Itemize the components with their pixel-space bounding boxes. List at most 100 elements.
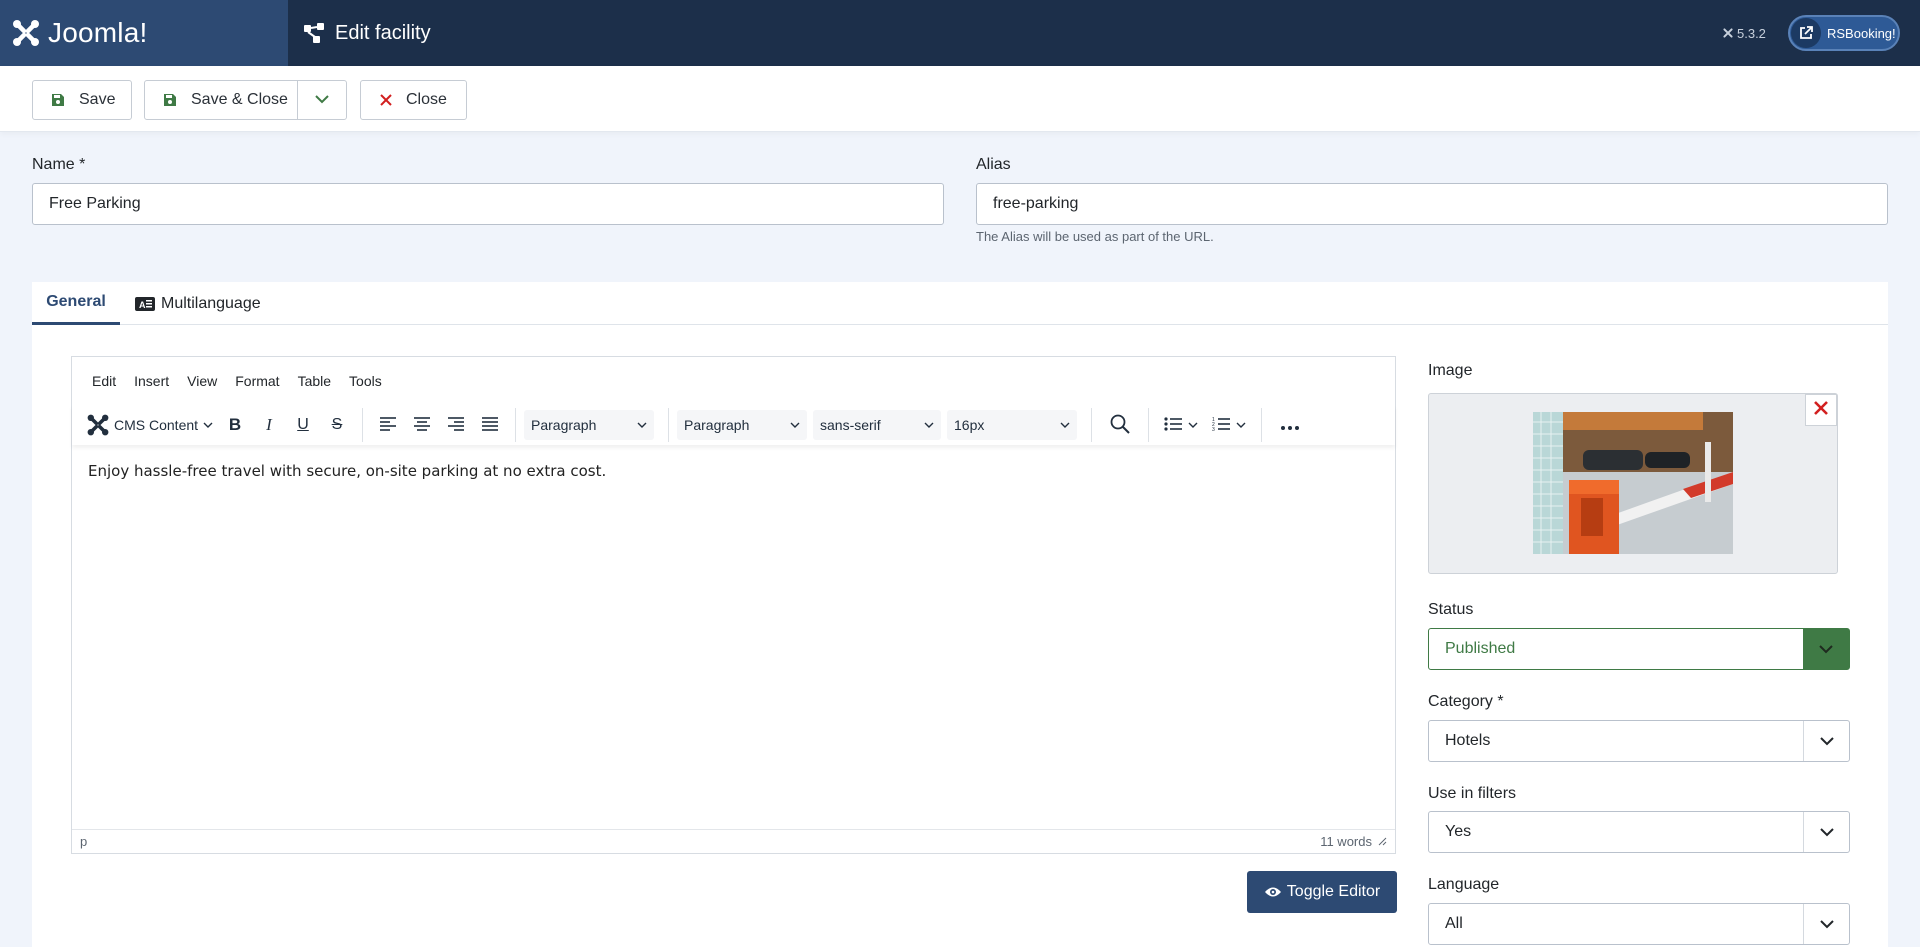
external-link-icon [1791,18,1821,48]
underline-button[interactable]: U [286,408,320,442]
joomla-small-icon [1722,27,1734,39]
chevron-down-icon [1803,904,1849,944]
more-tools-button[interactable] [1270,408,1310,442]
close-icon [380,94,392,106]
numbered-list-button[interactable]: 123 [1205,408,1253,442]
image-picker[interactable] [1428,393,1838,574]
language-icon: A [135,296,155,311]
toolbar-divider [362,408,363,442]
save-button[interactable]: Save [32,80,132,120]
align-justify-icon [482,416,498,434]
font-family-select[interactable]: sans-serif [813,410,941,440]
category-label: Category * [1428,693,1504,710]
cms-content-dropdown[interactable]: CMS Content [86,408,218,442]
alias-label: Alias [976,156,1011,173]
menu-view[interactable]: View [187,373,217,389]
site-link-button[interactable]: RSBooking! [1788,15,1900,51]
bold-button[interactable]: B [218,408,252,442]
language-value: All [1445,915,1463,932]
close-icon [1813,400,1829,421]
toggle-editor-label: Toggle Editor [1286,883,1381,900]
version-text: 5.3.2 [1737,25,1766,41]
font-size-value: 16px [954,417,985,433]
language-select[interactable]: All [1428,903,1850,945]
toolbar-divider [1091,408,1092,442]
chevron-down-icon [1060,422,1070,428]
save-close-button[interactable]: Save & Close [144,80,298,120]
chevron-down-icon [1188,422,1198,428]
italic-icon: I [266,415,272,434]
page-title: Edit facility [303,0,431,66]
bullet-list-button[interactable] [1157,408,1205,442]
toolbar-divider [668,408,669,442]
floppy-disk-icon [163,93,177,107]
brand-area[interactable]: Joomla! [0,0,288,66]
editor-toolbar: CMS Content B I U S Paragraph Paragraph … [72,405,1395,445]
align-center-button[interactable] [405,408,439,442]
chevron-down-icon [924,422,934,428]
align-right-button[interactable] [439,408,473,442]
font-size-select[interactable]: 16px [947,410,1077,440]
site-link-label: RSBooking! [1827,25,1896,41]
tab-general[interactable]: General [32,282,120,325]
chevron-down-icon [1803,629,1849,669]
tab-multilanguage[interactable]: A Multilanguage [135,282,261,325]
save-options-dropdown[interactable] [297,80,347,120]
toolbar-divider [1261,408,1262,442]
chevron-down-icon [1236,422,1246,428]
network-icon [303,22,325,44]
use-in-filters-select[interactable]: Yes [1428,811,1850,853]
toolbar-divider [515,408,516,442]
menu-table[interactable]: Table [298,373,331,389]
image-label: Image [1428,362,1473,379]
name-label: Name * [32,156,86,173]
joomla-logo-icon [86,413,110,437]
more-horizontal-icon [1281,417,1299,433]
element-path[interactable]: p [80,834,87,849]
editor-content[interactable]: Enjoy hassle-free travel with secure, on… [88,462,606,480]
alias-hint: The Alias will be used as part of the UR… [976,229,1214,244]
eye-icon [1264,886,1282,898]
resize-handle-icon[interactable] [1378,837,1387,846]
word-count[interactable]: 11 words [1320,834,1372,849]
toggle-editor-button[interactable]: Toggle Editor [1247,871,1397,913]
strikethrough-button[interactable]: S [320,408,354,442]
brand-name: Joomla! [48,17,148,48]
align-justify-button[interactable] [473,408,507,442]
menu-tools[interactable]: Tools [349,373,382,389]
block-format-value: Paragraph [531,417,597,433]
page-title-text: Edit facility [335,21,431,44]
use-in-filters-label: Use in filters [1428,785,1517,802]
bullet-list-icon [1164,416,1182,434]
numbered-list-icon: 123 [1212,417,1230,434]
align-left-button[interactable] [371,408,405,442]
facility-image [1533,412,1733,554]
bold-icon: B [228,415,242,434]
search-replace-button[interactable] [1100,408,1140,442]
save-close-label: Save & Close [191,91,288,108]
close-button[interactable]: Close [360,80,467,120]
tab-multilanguage-label: Multilanguage [161,294,261,312]
chevron-down-icon [1803,812,1849,852]
remove-image-button[interactable] [1805,394,1837,426]
svg-text:3: 3 [1212,427,1215,431]
menu-format[interactable]: Format [235,373,279,389]
menu-insert[interactable]: Insert [134,373,169,389]
block-format-select[interactable]: Paragraph [524,410,654,440]
status-label: Status [1428,601,1474,618]
alias-field[interactable]: free-parking [976,183,1888,225]
tab-bar: General A Multilanguage [32,282,1888,325]
chevron-down-icon [790,422,800,428]
chevron-down-icon [637,422,647,428]
category-select[interactable]: Hotels [1428,720,1850,762]
name-field[interactable]: Free Parking [32,183,944,225]
status-value: Published [1445,640,1516,657]
search-icon [1110,414,1130,437]
align-right-icon [448,416,464,434]
align-left-icon [380,416,396,434]
top-header: Joomla! Edit facility 5.3.2 RSBooking! [0,0,1920,66]
style-format-select[interactable]: Paragraph [677,410,807,440]
status-select[interactable]: Published [1428,628,1850,670]
italic-button[interactable]: I [252,408,286,442]
menu-edit[interactable]: Edit [92,373,116,389]
